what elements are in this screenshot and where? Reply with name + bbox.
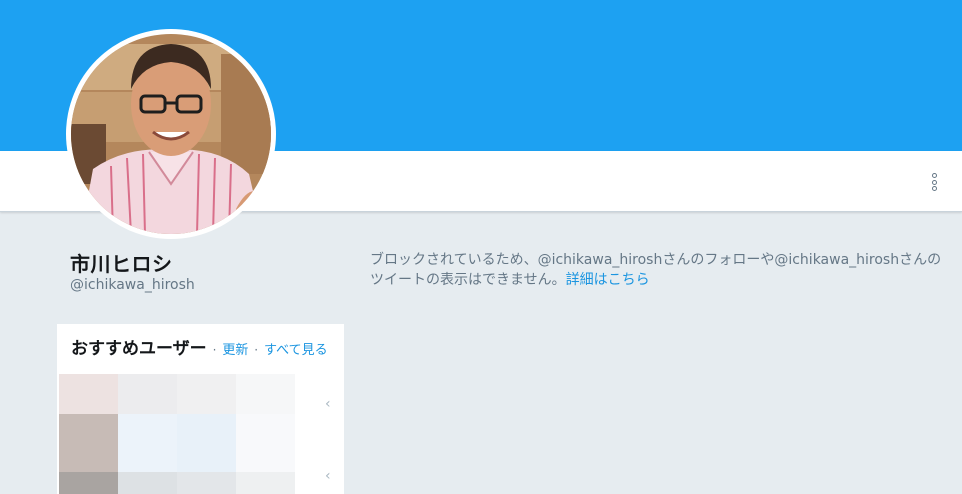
blurred-suggestions bbox=[59, 374, 295, 494]
profile-handle: @ichikawa_hirosh bbox=[70, 277, 195, 293]
blocked-notice: ブロックされているため、@ichikawa_hiroshさんのフォローや@ich… bbox=[370, 250, 942, 290]
profile-avatar[interactable] bbox=[66, 29, 276, 239]
chevron-left-icon[interactable]: ‹ bbox=[325, 468, 331, 484]
chevron-left-icon[interactable]: ‹ bbox=[325, 396, 331, 412]
card-title: おすすめユーザー bbox=[71, 339, 207, 359]
separator: · bbox=[254, 343, 259, 357]
separator: · bbox=[212, 343, 217, 357]
more-options-icon[interactable] bbox=[928, 173, 940, 191]
who-to-follow-card: おすすめユーザー · 更新 · すべて見る ‹ ‹ bbox=[57, 324, 344, 494]
blocked-message: ブロックされているため、@ichikawa_hiroshさんのフォローや@ich… bbox=[370, 252, 942, 288]
view-all-link[interactable]: すべて見る bbox=[264, 343, 328, 358]
avatar-photo bbox=[71, 34, 271, 234]
learn-more-link[interactable]: 詳細はこちら bbox=[566, 272, 650, 288]
profile-name: 市川ヒロシ bbox=[70, 252, 173, 276]
refresh-link[interactable]: 更新 bbox=[222, 343, 248, 358]
card-header: おすすめユーザー · 更新 · すべて見る bbox=[71, 338, 333, 362]
